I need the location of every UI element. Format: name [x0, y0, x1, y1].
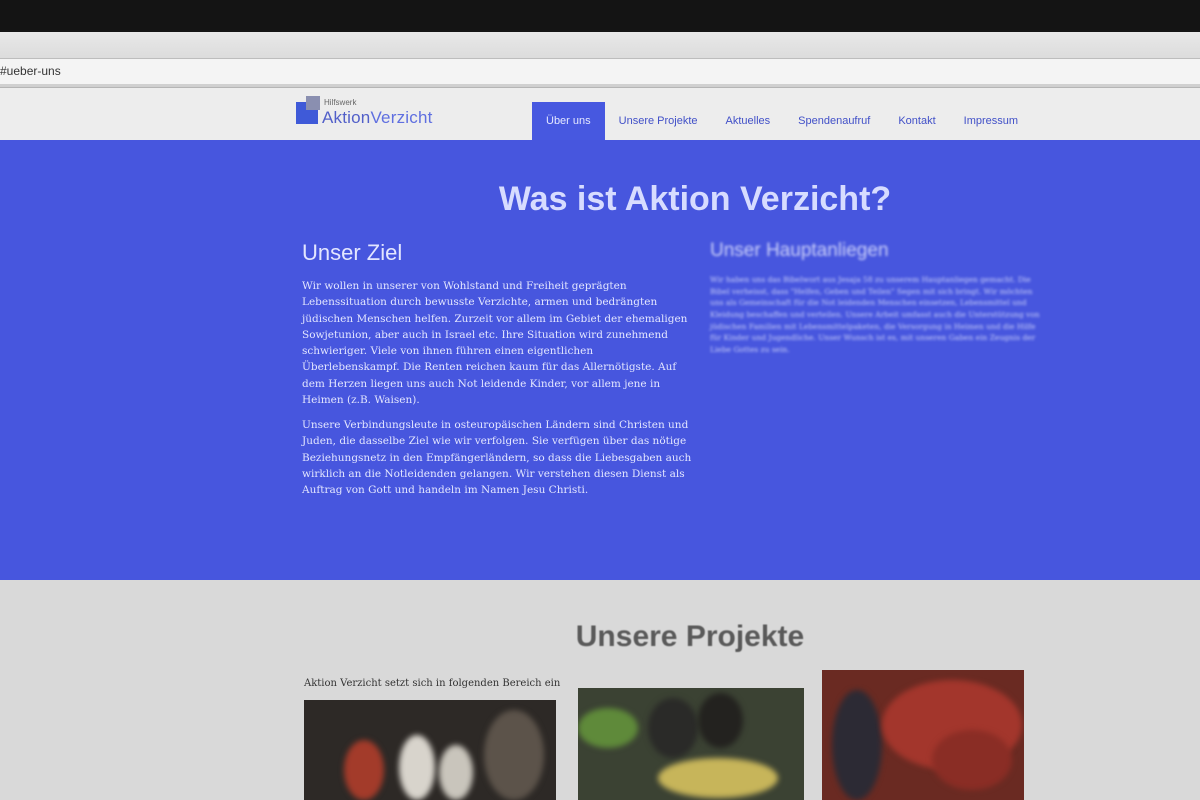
project-image-gathering[interactable]: [822, 670, 1024, 800]
logo-word-2: Verzicht: [370, 108, 433, 127]
browser-toolbar: #ueber-uns: [0, 32, 1200, 88]
nav-item-spendenaufruf[interactable]: Spendenaufruf: [784, 102, 884, 140]
site-header: Hilfswerk AktionVerzicht Über uns Unsere…: [0, 88, 1200, 140]
goal-column: Unser Ziel Wir wollen in unserer von Woh…: [302, 240, 692, 507]
projects-section: Unsere Projekte Aktion Verzicht setzt si…: [0, 580, 1200, 800]
concern-column: Unser Hauptanliegen Wir haben uns das Bi…: [710, 240, 1040, 364]
logo-word-1: Aktion: [322, 108, 371, 127]
nav-item-kontakt[interactable]: Kontakt: [884, 102, 949, 140]
about-title: Was ist Aktion Verzicht?: [498, 180, 892, 218]
nav-item-unsere-projekte[interactable]: Unsere Projekte: [605, 102, 712, 140]
goal-paragraph-1: Wir wollen in unserer von Wohlstand und …: [302, 280, 688, 406]
logo-tagline: Hilfswerk: [324, 98, 357, 107]
projects-title: Unsere Projekte: [575, 620, 805, 653]
monitor-bezel: [0, 0, 1200, 32]
project-image-food[interactable]: [578, 688, 804, 800]
nav-item-aktuelles[interactable]: Aktuelles: [712, 102, 785, 140]
logo-wordmark: AktionVerzicht: [322, 108, 433, 128]
nav-item-ueber-uns[interactable]: Über uns: [532, 102, 605, 140]
main-navigation: Über uns Unsere Projekte Aktuelles Spend…: [532, 102, 1032, 140]
about-section: Was ist Aktion Verzicht? Unser Ziel Wir …: [0, 140, 1200, 580]
projects-intro: Aktion Verzicht setzt sich in folgenden …: [304, 678, 561, 689]
concern-paragraph: Wir haben uns das Bibelwort aus Jesaja 5…: [710, 275, 1040, 354]
project-image-kitchen[interactable]: [304, 700, 556, 800]
site-logo[interactable]: Hilfswerk AktionVerzicht: [292, 94, 442, 132]
nav-item-impressum[interactable]: Impressum: [950, 102, 1032, 140]
goal-paragraph-2: Unsere Verbindungsleute in osteuropäisch…: [302, 419, 692, 497]
address-bar[interactable]: #ueber-uns: [0, 58, 1200, 84]
address-bar-text: #ueber-uns: [0, 64, 61, 78]
logo-mark-accent: [306, 96, 320, 110]
goal-heading: Unser Ziel: [302, 240, 403, 265]
concern-heading: Unser Hauptanliegen: [710, 240, 889, 261]
